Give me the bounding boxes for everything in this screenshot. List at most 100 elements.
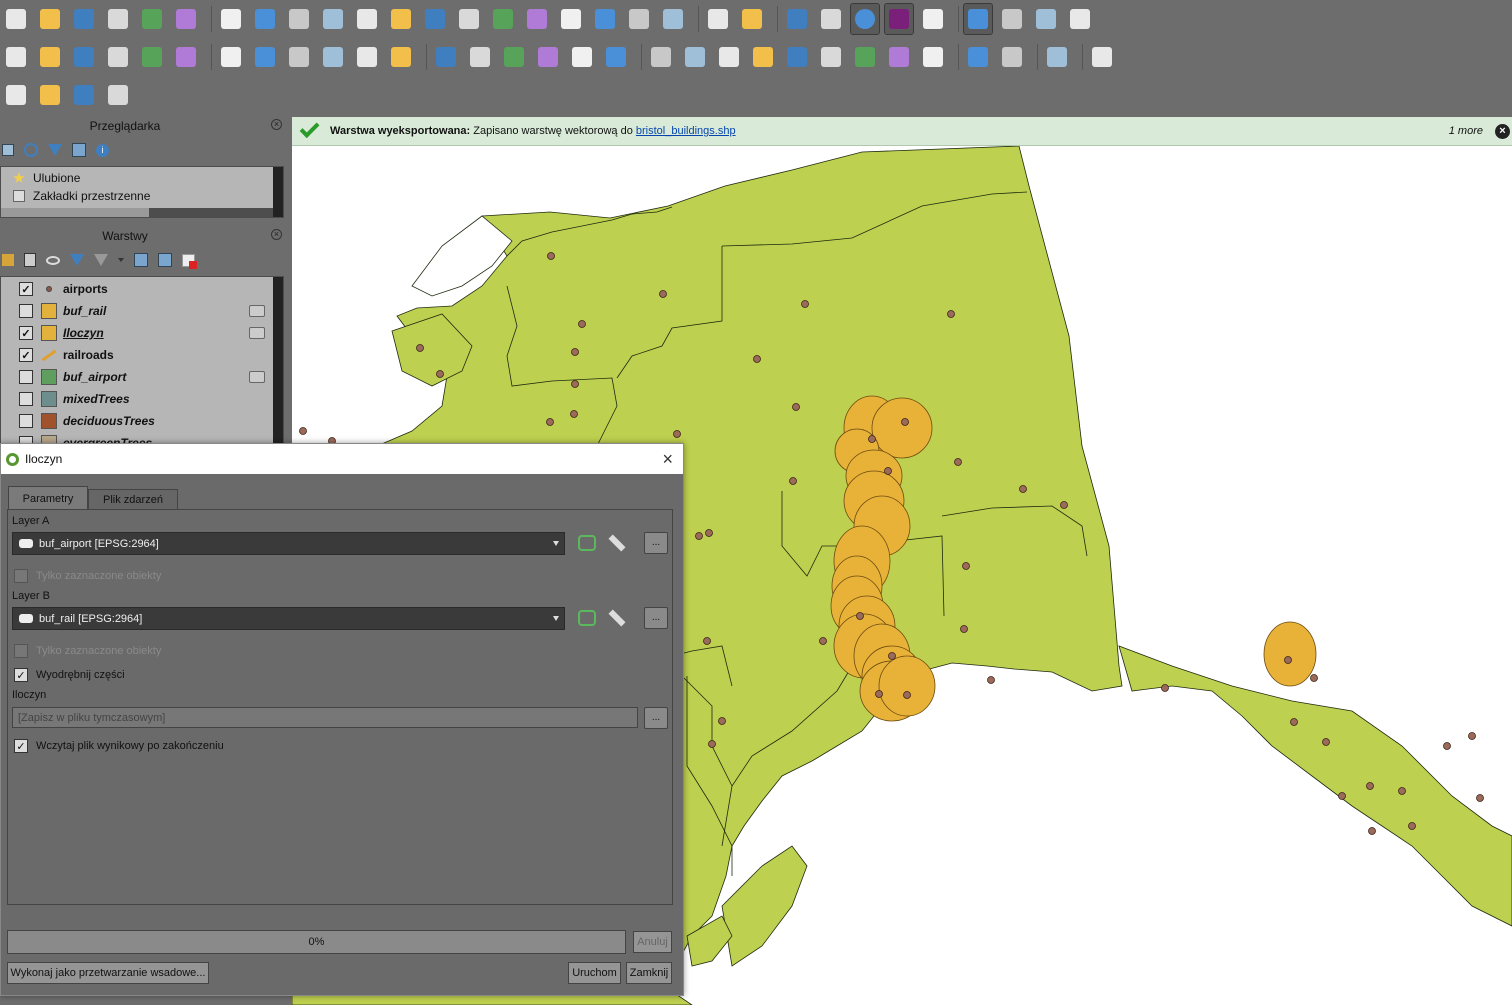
more-messages[interactable]: 1 more [1449, 125, 1483, 137]
temporary-layer-icon[interactable] [249, 371, 265, 383]
new-project-icon[interactable] [2, 4, 30, 34]
iterate-icon[interactable] [578, 535, 596, 551]
load-output[interactable]: ✓ Wczytaj plik wynikowy po zakończeniu [14, 739, 224, 753]
collapse-all-icon[interactable] [158, 253, 172, 267]
browser-item[interactable]: Ulubione [13, 169, 80, 187]
close-button[interactable]: Zamknij [626, 962, 672, 984]
run-button[interactable]: Uruchom [568, 962, 621, 984]
pan-to-selection-icon[interactable] [251, 4, 279, 34]
label-show-icon[interactable] [885, 42, 913, 72]
vertical-scrollbar[interactable] [273, 167, 283, 217]
checkbox-checked[interactable]: ✓ [19, 348, 33, 362]
layer-a-combo[interactable]: buf_airport [EPSG:2964] [12, 532, 565, 555]
label-pin-icon[interactable] [715, 42, 743, 72]
help-icon[interactable] [1088, 42, 1116, 72]
processing-settings-icon[interactable] [850, 3, 880, 35]
zoom-to-selection-icon[interactable] [387, 4, 415, 34]
label-highlight-icon[interactable] [749, 42, 777, 72]
filter-expression-icon[interactable] [94, 254, 108, 266]
new-bookmark-icon[interactable] [625, 4, 653, 34]
checkbox[interactable] [19, 414, 33, 428]
pan-icon[interactable] [217, 4, 245, 34]
delete-feature-icon[interactable] [432, 42, 460, 72]
new-shapefile-icon[interactable] [70, 42, 98, 72]
save-project-icon[interactable] [70, 4, 98, 34]
tab-plik-zdarzen[interactable]: Plik zdarzeń [88, 489, 178, 510]
eye-icon[interactable] [46, 255, 60, 265]
layer-row-airports[interactable]: ✓ airports [1, 278, 283, 300]
new-map-view-icon[interactable] [557, 4, 585, 34]
checkbox[interactable] [14, 569, 28, 583]
label-props-icon[interactable] [919, 42, 947, 72]
select-feature-icon[interactable] [2, 80, 30, 110]
annotation-icon[interactable] [998, 4, 1026, 34]
settings-cog-icon[interactable] [1032, 4, 1060, 34]
layer-b-browse-button[interactable]: ... [644, 607, 668, 629]
text-annotation-icon[interactable] [1066, 4, 1094, 34]
layer-row-buf_rail[interactable]: buf_rail [1, 300, 283, 322]
select-all-icon[interactable] [104, 80, 132, 110]
tab-parametry[interactable]: Parametry [8, 486, 88, 510]
measure-icon[interactable] [963, 3, 993, 35]
checkbox-checked[interactable]: ✓ [14, 739, 28, 753]
open-table-icon[interactable] [919, 4, 947, 34]
zoom-to-layer-icon[interactable] [421, 4, 449, 34]
new-spatialite-icon[interactable] [104, 42, 132, 72]
show-bookmarks-icon[interactable] [659, 4, 687, 34]
close-message-icon[interactable]: × [1495, 123, 1510, 139]
python-icon[interactable] [998, 42, 1026, 72]
close-icon[interactable]: × [271, 119, 282, 130]
zoom-native-icon[interactable] [455, 4, 483, 34]
label-change-icon[interactable] [851, 42, 879, 72]
label-abc-icon[interactable] [647, 42, 675, 72]
select-by-expression-icon[interactable] [36, 80, 64, 110]
attribute-table-icon[interactable] [817, 4, 845, 34]
layer-b-selected-only[interactable]: Tylko zaznaczone obiekty [14, 644, 161, 658]
zoom-full-icon[interactable] [353, 4, 381, 34]
label-move-icon[interactable] [783, 42, 811, 72]
layer-row-buf_airport[interactable]: buf_airport [1, 366, 283, 388]
chevron-down-icon[interactable] [553, 616, 559, 621]
zoom-next-icon[interactable] [523, 4, 551, 34]
checkbox[interactable] [19, 392, 33, 406]
layer-row-railroads[interactable]: ✓ railroads [1, 344, 283, 366]
chevron-down-icon[interactable] [553, 541, 559, 546]
save-edits-icon[interactable] [285, 42, 313, 72]
browser-item[interactable]: Zakładki przestrzenne [13, 187, 150, 205]
batch-button[interactable]: Wykonaj jako przetwarzanie wsadowe... [7, 962, 209, 984]
save-as-icon[interactable] [104, 4, 132, 34]
vertex-tool-icon[interactable] [353, 42, 381, 72]
horizontal-scrollbar[interactable] [1, 208, 273, 217]
undo-icon[interactable] [568, 42, 596, 72]
expand-all-icon[interactable] [134, 253, 148, 267]
add-selected-icon[interactable] [2, 144, 14, 156]
checkbox[interactable] [14, 644, 28, 658]
temporary-layer-icon[interactable] [249, 327, 265, 339]
open-project-icon[interactable] [36, 4, 64, 34]
map-tile-icon[interactable] [1043, 42, 1071, 72]
cancel-button[interactable]: Anuluj [633, 931, 672, 953]
new-temp-layer-icon[interactable] [172, 42, 200, 72]
extract-parts[interactable]: ✓ Wyodrębnij części [14, 668, 125, 682]
output-field[interactable]: [Zapisz w pliku tymczasowym] [12, 707, 638, 728]
new-geopackage-icon[interactable] [36, 42, 64, 72]
redo-icon[interactable] [602, 42, 630, 72]
cut-feature-icon[interactable] [466, 42, 494, 72]
checkbox[interactable] [19, 370, 33, 384]
add-group-icon[interactable] [24, 253, 36, 267]
close-icon[interactable]: × [662, 449, 673, 470]
diagram-icon[interactable] [681, 42, 709, 72]
vertical-scrollbar[interactable] [273, 277, 283, 445]
remove-layer-icon[interactable] [182, 253, 197, 269]
zoom-out-icon[interactable] [319, 4, 347, 34]
layer-row-mixedTrees[interactable]: mixedTrees [1, 388, 283, 410]
zoom-last-icon[interactable] [489, 4, 517, 34]
collapse-all-icon[interactable] [72, 143, 86, 157]
close-icon[interactable]: × [271, 229, 282, 240]
iterate-icon[interactable] [578, 610, 596, 626]
output-browse-button[interactable]: ... [644, 707, 668, 729]
layer-a-browse-button[interactable]: ... [644, 532, 668, 554]
label-rotate-icon[interactable] [817, 42, 845, 72]
refresh-icon[interactable] [738, 4, 766, 34]
print-layout-icon[interactable] [138, 4, 166, 34]
